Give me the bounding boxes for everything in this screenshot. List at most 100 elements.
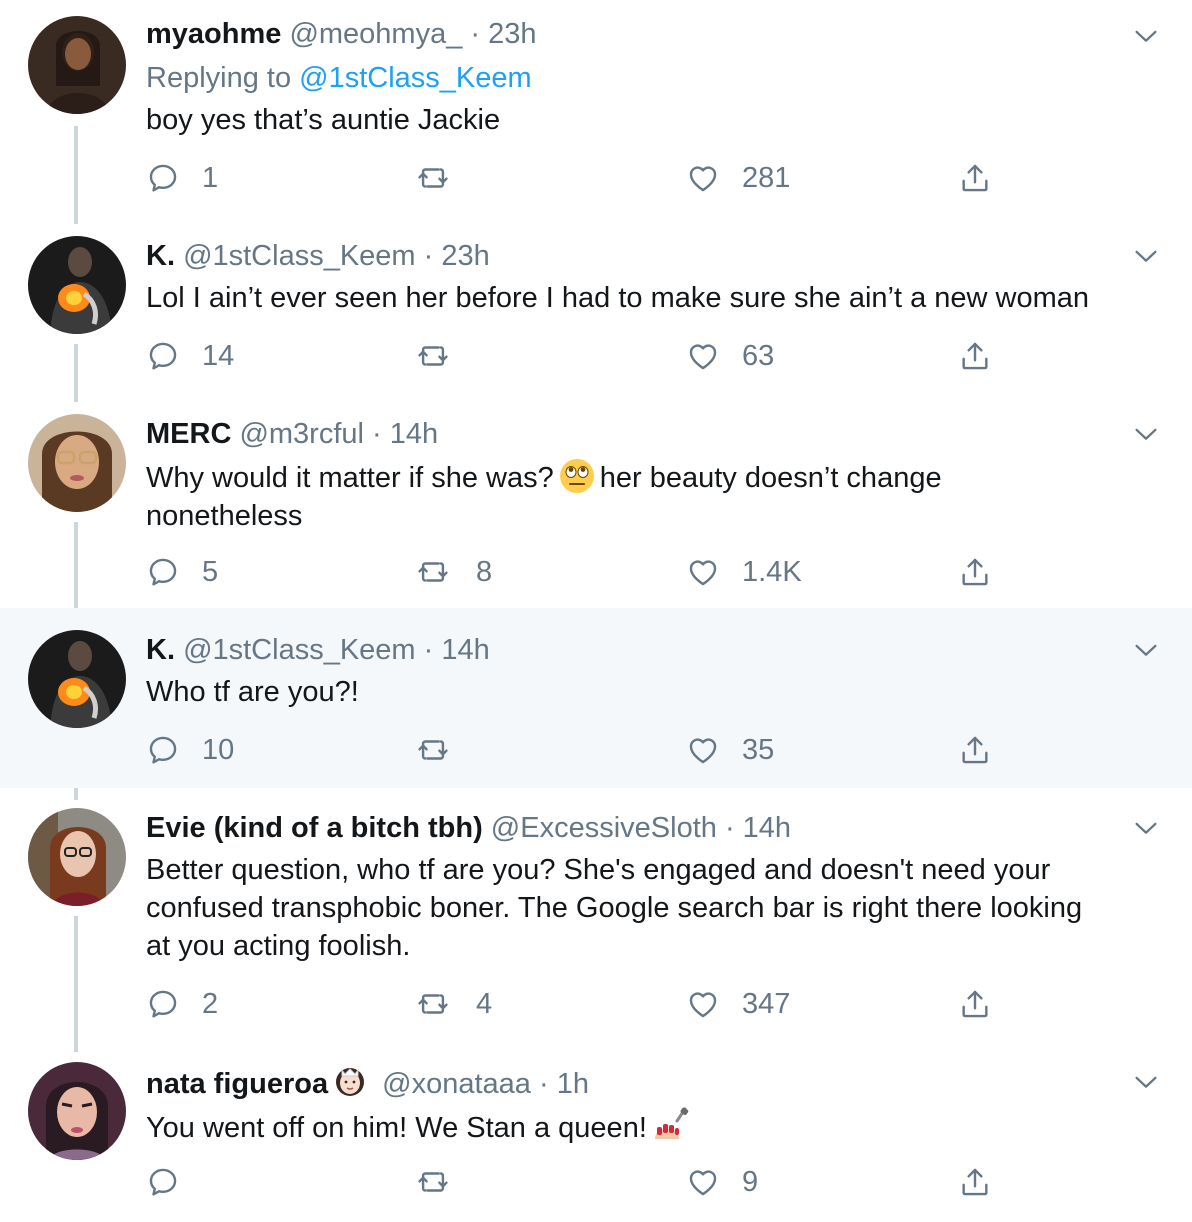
like-button[interactable]: 63 [686, 334, 774, 378]
like-count: 63 [742, 339, 775, 372]
display-name[interactable]: myaohme [146, 18, 281, 50]
share-button[interactable] [958, 550, 992, 594]
display-name[interactable]: MERC [146, 418, 231, 450]
reply-button[interactable]: 2 [146, 982, 218, 1026]
user-handle[interactable]: @1stClass_Keem [183, 634, 416, 666]
share-icon [958, 733, 992, 767]
reply-button[interactable]: 10 [146, 728, 234, 772]
tweet[interactable]: nata figueroa @xonataaa · 1h You went of… [0, 1056, 1192, 1222]
chevron-down-icon[interactable] [1132, 242, 1160, 270]
display-name[interactable]: Evie (kind of a bitch tbh) [146, 812, 483, 844]
user-handle[interactable]: @1stClass_Keem [183, 240, 416, 272]
reply-icon [146, 733, 180, 767]
avatar[interactable] [28, 236, 126, 334]
reply-icon [146, 987, 180, 1021]
like-button[interactable]: 1.4K [686, 550, 802, 594]
tweet-text: Lol I ain’t ever seen her before I had t… [146, 282, 1090, 314]
tweet-actions: 14 63 [146, 334, 1026, 378]
retweet-button[interactable] [416, 156, 476, 200]
display-name[interactable]: K. [146, 634, 175, 666]
chevron-down-icon[interactable] [1132, 1068, 1160, 1096]
tweet-actions: 10 35 [146, 728, 1026, 772]
tweet[interactable]: K. @1stClass_Keem · 23h Lol I ain’t ever… [0, 230, 1192, 402]
chevron-down-icon[interactable] [1132, 636, 1160, 664]
timestamp[interactable]: · 14h [424, 634, 490, 666]
avatar[interactable] [28, 808, 126, 906]
tweet[interactable]: myaohme @meohmya_ · 23h Replying to @1st… [0, 0, 1192, 214]
chevron-down-icon[interactable] [1132, 420, 1160, 448]
share-button[interactable] [958, 156, 992, 200]
user-handle[interactable]: @xonataaa [382, 1068, 531, 1100]
retweet-count: 8 [476, 555, 493, 588]
reply-button[interactable]: 5 [146, 550, 218, 594]
tweet-text-part: You went off on him! We Stan a queen! [146, 1112, 647, 1144]
princess-emoji [336, 1068, 365, 1096]
heart-icon [686, 555, 720, 589]
tweet-text: You went off on him! We Stan a queen! [146, 1105, 1166, 1147]
retweet-icon [416, 161, 450, 195]
reply-icon [146, 1165, 180, 1199]
face-with-rolling-eyes-emoji [559, 459, 594, 493]
tweet-actions: 9 [146, 1160, 1026, 1204]
display-name[interactable]: nata figueroa [146, 1068, 328, 1100]
heart-icon [686, 987, 720, 1021]
retweet-button[interactable] [416, 334, 476, 378]
tweet[interactable]: Evie (kind of a bitch tbh) @ExcessiveSlo… [0, 802, 1192, 1042]
tweet-focused[interactable]: K. @1stClass_Keem · 14h Who tf are you?!… [0, 608, 1192, 788]
share-button[interactable] [958, 728, 992, 772]
retweet-icon [416, 339, 450, 373]
like-count: 281 [742, 161, 791, 194]
heart-icon [686, 1165, 720, 1199]
timestamp[interactable]: · 14h [372, 418, 438, 450]
avatar[interactable] [28, 16, 126, 114]
reply-icon [146, 161, 180, 195]
share-icon [958, 987, 992, 1021]
like-count: 9 [742, 1165, 759, 1198]
reply-button[interactable]: 1 [146, 156, 218, 200]
reply-count: 10 [202, 733, 235, 766]
retweet-button[interactable]: 8 [416, 550, 492, 594]
tweet-text-line: Better question, who tf are you? She's e… [146, 854, 1051, 886]
like-button[interactable]: 347 [686, 982, 790, 1026]
reply-thread: myaohme @meohmya_ · 23h Replying to @1st… [0, 0, 1192, 1222]
tweet-header: K. @1stClass_Keem · 14h [146, 630, 490, 670]
avatar[interactable] [28, 630, 126, 728]
timestamp[interactable]: · 14h [725, 812, 791, 844]
timestamp[interactable]: · 23h [470, 18, 536, 50]
reply-icon [146, 339, 180, 373]
avatar[interactable] [28, 414, 126, 512]
user-handle[interactable]: @m3rcful [239, 418, 364, 450]
reply-count: 14 [202, 339, 235, 372]
timestamp[interactable]: · 1h [539, 1068, 589, 1100]
like-button[interactable]: 9 [686, 1160, 758, 1204]
reply-button[interactable]: 14 [146, 334, 234, 378]
avatar[interactable] [28, 1062, 126, 1160]
share-icon [958, 161, 992, 195]
like-count: 347 [742, 987, 791, 1020]
mention-link[interactable]: @1stClass_Keem [299, 62, 532, 94]
retweet-button[interactable]: 4 [416, 982, 492, 1026]
user-handle[interactable]: @meohmya_ [289, 18, 462, 50]
tweet[interactable]: MERC @m3rcful · 14h Why would it matter … [0, 408, 1192, 608]
like-button[interactable]: 35 [686, 728, 774, 772]
tweet-header: K. @1stClass_Keem · 23h [146, 236, 490, 276]
share-button[interactable] [958, 982, 992, 1026]
display-name[interactable]: K. [146, 240, 175, 272]
share-button[interactable] [958, 334, 992, 378]
tweet-text-line: confused transphobic boner. The Google s… [146, 892, 1083, 924]
chevron-down-icon[interactable] [1132, 814, 1160, 842]
chevron-down-icon[interactable] [1132, 22, 1160, 50]
reply-button[interactable] [146, 1160, 202, 1204]
share-button[interactable] [958, 1160, 992, 1204]
reply-count: 2 [202, 987, 219, 1020]
timestamp[interactable]: · 23h [424, 240, 490, 272]
tweet-text-part: Why would it matter if she was? [146, 462, 554, 494]
retweet-icon [416, 733, 450, 767]
reply-count: 1 [202, 161, 219, 194]
retweet-button[interactable] [416, 1160, 476, 1204]
share-icon [958, 1165, 992, 1199]
like-button[interactable]: 281 [686, 156, 790, 200]
like-count: 1.4K [742, 555, 802, 588]
retweet-button[interactable] [416, 728, 476, 772]
user-handle[interactable]: @ExcessiveSloth [491, 812, 717, 844]
